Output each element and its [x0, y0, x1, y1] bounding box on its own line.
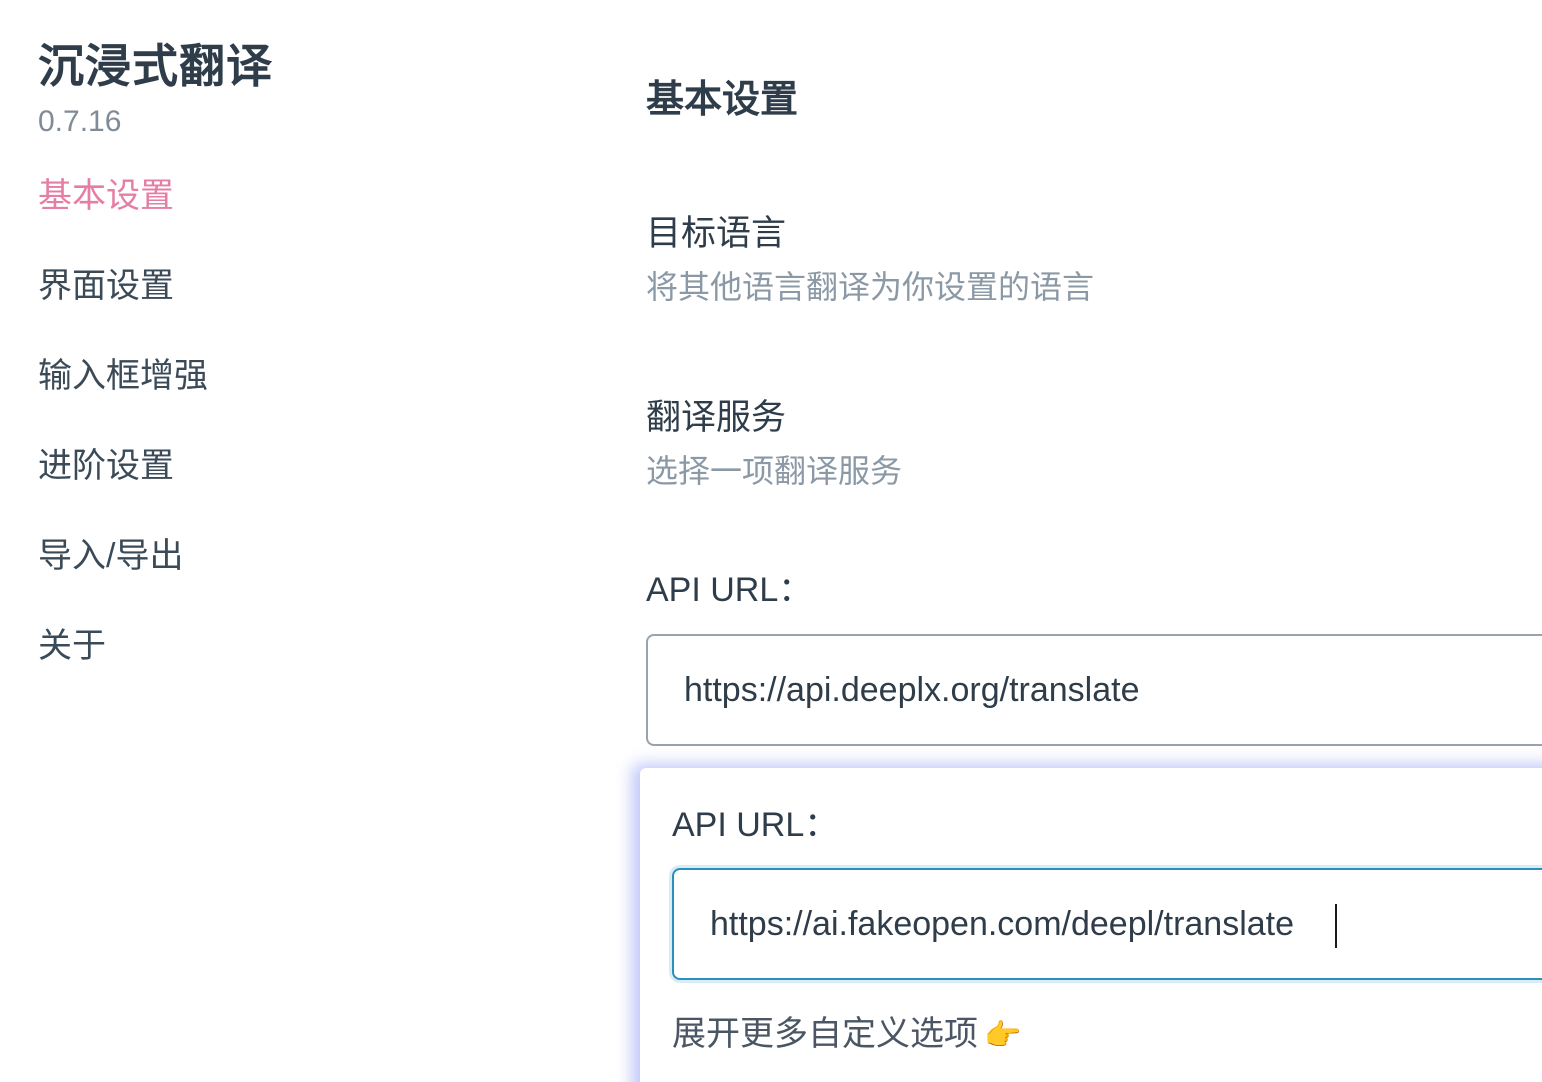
translation-service-label: 翻译服务 — [646, 398, 787, 437]
pointing-right-hand-icon: 👉 — [984, 1019, 1022, 1053]
sidebar-item-input-enhancement[interactable]: 输入框增强 — [38, 350, 438, 402]
translation-service-description: 选择一项翻译服务 — [646, 453, 903, 489]
popup-api-url-label: API URL： — [672, 806, 839, 844]
settings-page: 沉浸式翻译 0.7.16 基本设置 界面设置 输入框增强 进阶设置 导入/导出 … — [0, 0, 1542, 1082]
expand-more-options-label: 展开更多自定义选项 — [672, 1015, 978, 1053]
app-version: 0.7.16 — [38, 105, 122, 138]
section-title: 基本设置 — [646, 79, 799, 121]
sidebar-nav: 基本设置 界面设置 输入框增强 进阶设置 导入/导出 关于 — [38, 170, 438, 672]
expand-more-options-link[interactable]: 展开更多自定义选项 👉 — [672, 1012, 1021, 1058]
sidebar: 沉浸式翻译 0.7.16 基本设置 界面设置 输入框增强 进阶设置 导入/导出 … — [38, 38, 438, 710]
sidebar-item-basic-settings[interactable]: 基本设置 — [38, 170, 438, 222]
custom-api-popup: API URL： 展开更多自定义选项👉 — [640, 768, 1542, 1082]
target-language-description: 将其他语言翻译为你设置的语言 — [646, 269, 1095, 305]
sidebar-item-import-export[interactable]: 导入/导出 — [38, 530, 438, 582]
sidebar-item-interface-settings[interactable]: 界面设置 — [38, 260, 438, 312]
popup-api-url-input[interactable] — [672, 868, 1542, 980]
sidebar-item-about[interactable]: 关于 — [38, 620, 438, 672]
target-language-label: 目标语言 — [646, 214, 787, 253]
api-url-label: API URL： — [646, 571, 813, 609]
sidebar-item-advanced-settings[interactable]: 进阶设置 — [38, 440, 438, 492]
text-cursor — [1335, 904, 1337, 948]
app-title: 沉浸式翻译 — [38, 40, 273, 92]
api-url-input[interactable] — [646, 634, 1542, 746]
